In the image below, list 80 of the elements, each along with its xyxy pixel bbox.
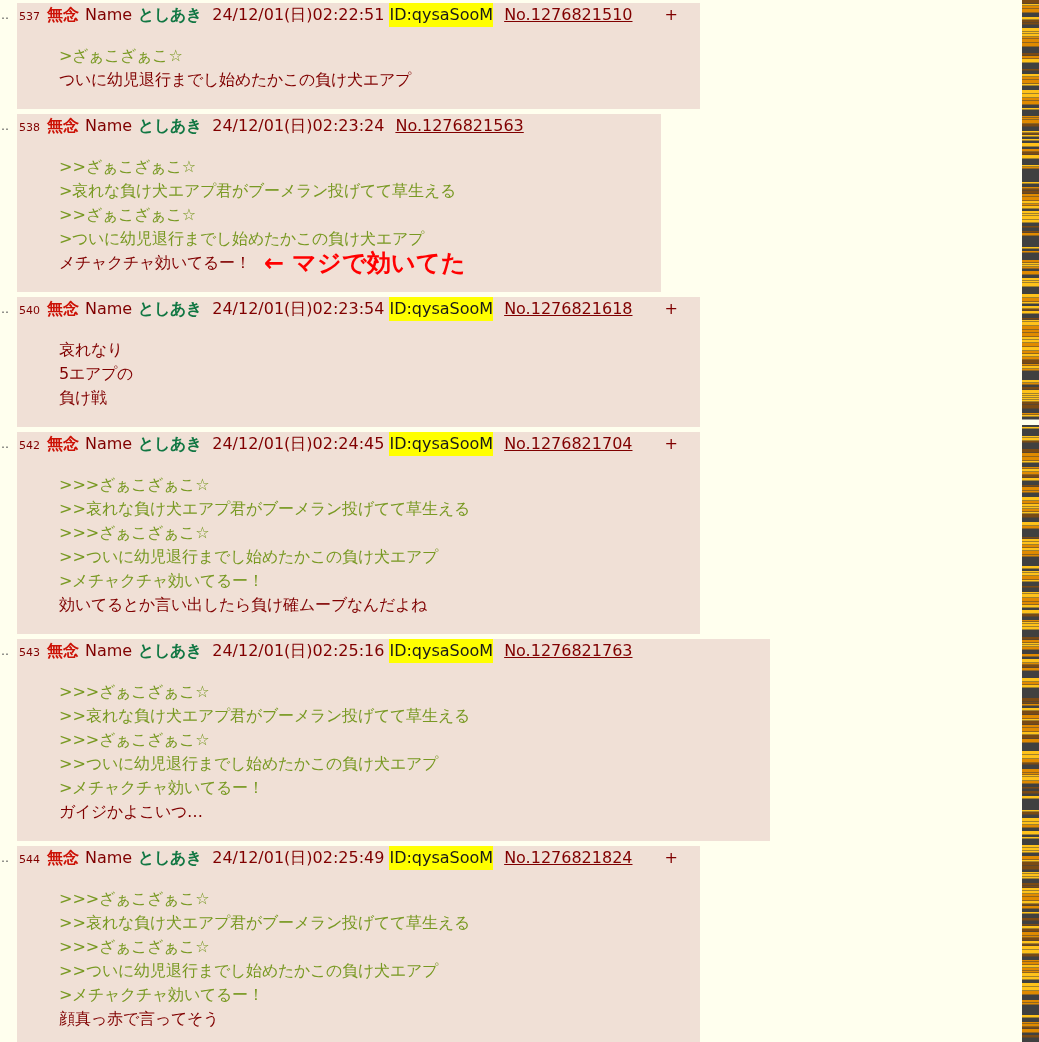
post-marker: ‥: [0, 118, 10, 135]
quote-line: >>哀れな負け犬エアプ君がブーメラン投げてて草生える: [59, 705, 470, 727]
post-number: 542: [19, 438, 40, 454]
post-subject: 無念: [47, 640, 79, 662]
poster-id: ID:qysaSooM: [389, 3, 494, 27]
post-date: 24/12/01(日)02:25:16: [212, 640, 385, 662]
quote-line: >ざぁこざぁこ☆: [59, 45, 183, 67]
quote-line: >>>ざぁこざぁこ☆: [59, 888, 210, 910]
post-text: 負け戦: [59, 387, 107, 409]
post-number: 540: [19, 303, 40, 319]
quote-line: >>>ざぁこざぁこ☆: [59, 522, 210, 544]
post-text: 顔真っ赤で言ってそう: [59, 1008, 219, 1030]
post-number: 544: [19, 852, 40, 868]
poster-name: としあき: [138, 298, 203, 320]
name-label: Name: [85, 640, 133, 662]
post-text: 5エアプの: [59, 363, 134, 385]
post-subject: 無念: [47, 298, 79, 320]
poster-name: としあき: [138, 4, 203, 26]
post-number-link[interactable]: No.1276821763: [504, 639, 633, 663]
post-text: 哀れなり: [59, 339, 123, 361]
quote-line: >>哀れな負け犬エアプ君がブーメラン投げてて草生える: [59, 912, 470, 934]
post-number: 538: [19, 120, 40, 136]
post-marker: ‥: [0, 850, 10, 867]
post-marker: ‥: [0, 436, 10, 453]
post-number: 537: [19, 9, 40, 25]
plus-button[interactable]: +: [664, 297, 678, 321]
quote-line: >メチャクチャ効いてるー！: [59, 984, 265, 1006]
quote-line: >>ついに幼児退行までし始めたかこの負け犬エアプ: [59, 753, 438, 775]
post-marker: ‥: [0, 301, 10, 318]
name-label: Name: [85, 4, 133, 26]
poster-name: としあき: [138, 847, 203, 869]
quote-line: >メチャクチャ効いてるー！: [59, 777, 265, 799]
quote-line: >ついに幼児退行までし始めたかこの負け犬エアプ: [59, 228, 425, 250]
post-text: ガイジかよこいつ…: [59, 801, 203, 823]
quote-line: >>>ざぁこざぁこ☆: [59, 936, 210, 958]
poster-name: としあき: [138, 640, 203, 662]
post-date: 24/12/01(日)02:24:45: [212, 433, 385, 455]
post-number-link[interactable]: No.1276821563: [395, 114, 524, 138]
post-date: 24/12/01(日)02:23:54: [212, 298, 385, 320]
poster-id: ID:qysaSooM: [389, 639, 494, 663]
post-date: 24/12/01(日)02:22:51: [212, 4, 385, 26]
poster-name: としあき: [138, 115, 203, 137]
post-marker: ‥: [0, 7, 10, 24]
post-subject: 無念: [47, 433, 79, 455]
name-label: Name: [85, 433, 133, 455]
quote-line: >>哀れな負け犬エアプ君がブーメラン投げてて草生える: [59, 498, 470, 520]
quote-line: >>>ざぁこざぁこ☆: [59, 729, 210, 751]
post-text: メチャクチャ効いてるー！: [59, 252, 251, 274]
quote-line: >哀れな負け犬エアプ君がブーメラン投げてて草生える: [59, 180, 457, 202]
post-text: 効いてるとか言い出したら負け確ムーブなんだよね: [59, 594, 427, 616]
quote-line: >>ざぁこざぁこ☆: [59, 204, 197, 226]
quote-line: >>>ざぁこざぁこ☆: [59, 681, 210, 703]
post-number-link[interactable]: No.1276821704: [504, 432, 633, 456]
post-subject: 無念: [47, 115, 79, 137]
poster-name: としあき: [138, 433, 203, 455]
quote-line: >>ついに幼児退行までし始めたかこの負け犬エアプ: [59, 546, 438, 568]
quote-line: >メチャクチャ効いてるー！: [59, 570, 265, 592]
name-label: Name: [85, 298, 133, 320]
plus-button[interactable]: +: [664, 846, 678, 870]
post-subject: 無念: [47, 4, 79, 26]
plus-button[interactable]: +: [664, 432, 678, 456]
poster-id: ID:qysaSooM: [389, 432, 494, 456]
quote-line: >>ざぁこざぁこ☆: [59, 156, 197, 178]
name-label: Name: [85, 847, 133, 869]
poster-id: ID:qysaSooM: [389, 297, 494, 321]
post-number-link[interactable]: No.1276821510: [504, 3, 633, 27]
name-label: Name: [85, 115, 133, 137]
poster-id: ID:qysaSooM: [389, 846, 494, 870]
post-number: 543: [19, 645, 40, 661]
post-number-link[interactable]: No.1276821824: [504, 846, 633, 870]
annotation-text: ← マジで効いてた: [264, 250, 467, 276]
plus-button[interactable]: +: [664, 3, 678, 27]
post-date: 24/12/01(日)02:23:24: [212, 115, 385, 137]
post-date: 24/12/01(日)02:25:49: [212, 847, 385, 869]
post-number-link[interactable]: No.1276821618: [504, 297, 633, 321]
post-subject: 無念: [47, 847, 79, 869]
post-text: ついに幼児退行までし始めたかこの負け犬エアプ: [59, 69, 411, 91]
quote-line: >>>ざぁこざぁこ☆: [59, 474, 210, 496]
post-marker: ‥: [0, 643, 10, 660]
quote-line: >>ついに幼児退行までし始めたかこの負け犬エアプ: [59, 960, 438, 982]
